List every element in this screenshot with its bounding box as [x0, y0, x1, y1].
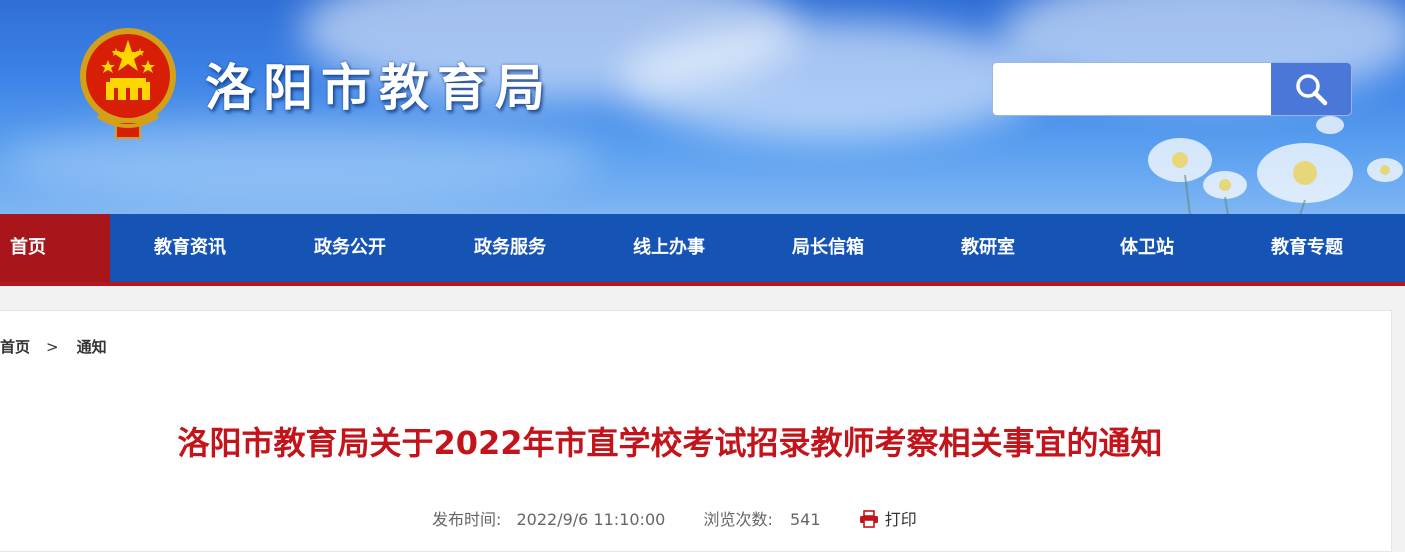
nav-item-director-mailbox[interactable]: 局长信箱 [768, 214, 888, 282]
search-input[interactable] [993, 63, 1273, 115]
nav-item-teaching-research[interactable]: 教研室 [928, 214, 1048, 282]
search-icon [1296, 74, 1328, 106]
site-header: 洛阳市教育局 [0, 0, 1405, 214]
breadcrumb-home-link[interactable]: 首页 [0, 336, 30, 357]
nav-item-education-topics[interactable]: 教育专题 [1247, 214, 1367, 282]
nav-item-government-services[interactable]: 政务服务 [450, 214, 570, 282]
nav-item-education-news[interactable]: 教育资讯 [130, 214, 250, 282]
nav-item-government-affairs[interactable]: 政务公开 [290, 214, 410, 282]
article-meta: 发布时间: 2022/9/6 11:10:00 浏览次数: 541 打印 [432, 506, 917, 530]
views-label: 浏览次数: [703, 510, 773, 529]
site-title[interactable]: 洛阳市教育局 [205, 48, 553, 120]
print-icon [859, 510, 878, 528]
cloud-decoration [620, 20, 1040, 140]
search-box [992, 62, 1352, 116]
publish-time-label: 发布时间: [432, 510, 502, 529]
nav-item-sports-health[interactable]: 体卫站 [1087, 214, 1207, 282]
nav-item-home[interactable]: 首页 [0, 214, 110, 282]
breadcrumb-current[interactable]: 通知 [77, 336, 107, 357]
national-emblem-icon[interactable] [78, 26, 178, 146]
breadcrumb: 首页 > 通知 [0, 336, 107, 357]
print-button[interactable]: 打印 [859, 510, 917, 529]
views-count: 541 [790, 510, 821, 529]
print-label: 打印 [884, 510, 917, 529]
breadcrumb-separator: > [46, 338, 59, 356]
search-button[interactable] [1271, 63, 1351, 115]
publish-time: 2022/9/6 11:10:00 [516, 510, 666, 529]
article-title: 洛阳市教育局关于2022年市直学校考试招录教师考察相关事宜的通知 [177, 424, 1163, 462]
nav-item-online-services[interactable]: 线上办事 [609, 214, 729, 282]
main-nav: 首页 教育资讯 政务公开 政务服务 线上办事 局长信箱 教研室 体卫站 教育专题 [0, 214, 1405, 286]
daisy-decoration-icon [1148, 116, 1403, 214]
